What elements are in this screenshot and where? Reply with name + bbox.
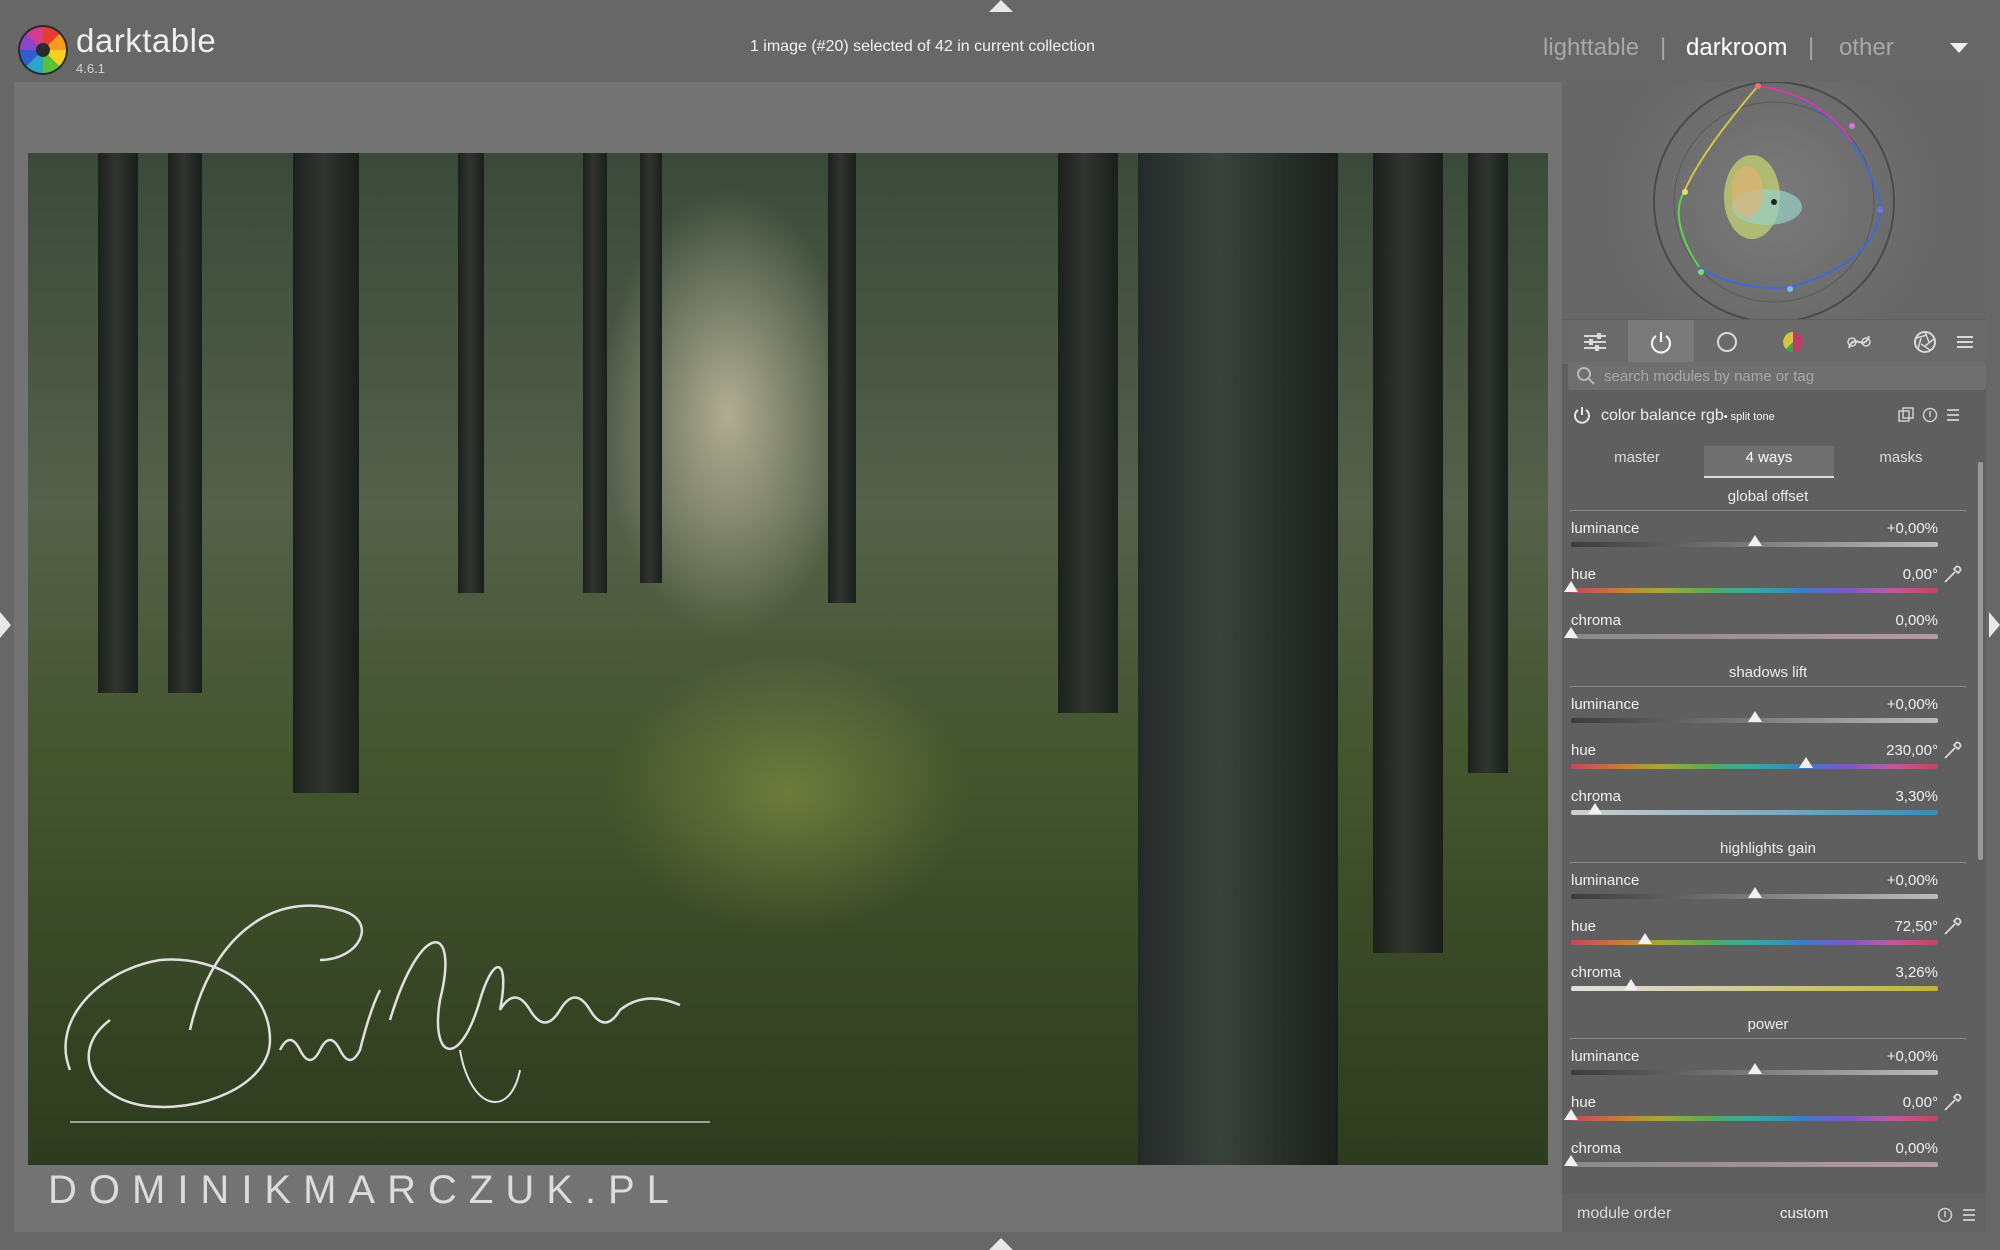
- module-preset: • split tone: [1723, 411, 1775, 423]
- slider-hue[interactable]: [1571, 1116, 1938, 1121]
- vectorscope-icon: [1653, 81, 1895, 323]
- views-dropdown-icon[interactable]: [1950, 43, 1968, 53]
- right-panel-toggle-icon[interactable]: [1989, 612, 2000, 638]
- menu-icon[interactable]: [1944, 320, 1986, 364]
- color-wheel-icon[interactable]: [1760, 320, 1826, 364]
- slider-handle[interactable]: [1637, 933, 1652, 944]
- signature-watermark-icon: [64, 904, 710, 1123]
- darktable-logo-icon: [18, 25, 68, 75]
- slider-value[interactable]: 3,30%: [1780, 788, 1938, 805]
- slider-value[interactable]: +0,00%: [1780, 1048, 1938, 1065]
- module-title: color balance rgb• split tone: [1601, 407, 1775, 425]
- section-divider: [1570, 1038, 1966, 1039]
- slider-handle[interactable]: [1564, 1155, 1578, 1166]
- slider-label-luminance: luminance: [1571, 872, 1640, 889]
- module-group-toolbar: [1562, 320, 1986, 364]
- reset-icon[interactable]: [1922, 407, 1938, 423]
- slider-label-chroma: chroma: [1571, 964, 1622, 981]
- slider-value[interactable]: +0,00%: [1780, 520, 1938, 537]
- section-title: shadows lift: [1728, 664, 1808, 681]
- slider-chroma[interactable]: [1571, 810, 1938, 815]
- color-picker-icon[interactable]: [1942, 915, 1964, 937]
- module-power-icon[interactable]: [1573, 406, 1591, 424]
- view-darkroom[interactable]: darkroom: [1686, 34, 1787, 62]
- section-divider: [1570, 862, 1966, 863]
- panel-scrollbar[interactable]: [1978, 462, 1983, 860]
- slider-handle[interactable]: [1623, 979, 1638, 990]
- bottom-panel-toggle-icon[interactable]: [989, 1238, 1013, 1250]
- curve-icon[interactable]: [1826, 320, 1892, 364]
- section-title: power: [1747, 1016, 1789, 1033]
- slider-handle[interactable]: [1747, 535, 1762, 546]
- slider-handle[interactable]: [1747, 1063, 1762, 1074]
- view-lighttable[interactable]: lighttable: [1543, 34, 1639, 62]
- slider-handle[interactable]: [1588, 803, 1603, 814]
- top-panel-toggle-icon[interactable]: [989, 0, 1013, 12]
- view-other[interactable]: other: [1839, 34, 1894, 62]
- slider-hue[interactable]: [1571, 588, 1938, 593]
- color-picker-icon[interactable]: [1942, 739, 1964, 761]
- slider-handle[interactable]: [1564, 1109, 1578, 1120]
- section-title: highlights gain: [1720, 840, 1816, 857]
- search-icon: [1577, 367, 1595, 385]
- view-separator: |: [1660, 34, 1667, 61]
- section-divider: [1570, 686, 1966, 687]
- slider-handle[interactable]: [1798, 757, 1813, 768]
- slider-handle[interactable]: [1564, 627, 1578, 638]
- slider-label-luminance: luminance: [1571, 696, 1640, 713]
- vectorscope-panel[interactable]: [1562, 81, 1986, 323]
- slider-chroma[interactable]: [1571, 1162, 1938, 1167]
- slider-label-chroma: chroma: [1571, 612, 1622, 629]
- color-picker-icon[interactable]: [1942, 563, 1964, 585]
- tab-master[interactable]: master: [1572, 446, 1702, 476]
- sliders-icon[interactable]: [1562, 320, 1628, 364]
- collection-status: 1 image (#20) selected of 42 in current …: [749, 38, 1096, 55]
- module-order-label: module order: [1577, 1205, 1672, 1222]
- slider-label-luminance: luminance: [1571, 520, 1640, 537]
- slider-handle[interactable]: [1747, 887, 1762, 898]
- presets-menu-icon[interactable]: [1946, 408, 1960, 422]
- slider-label-hue: hue: [1571, 918, 1597, 935]
- slider-label-chroma: chroma: [1571, 1140, 1622, 1157]
- slider-hue[interactable]: [1571, 940, 1938, 945]
- slider-value[interactable]: +0,00%: [1780, 872, 1938, 889]
- slider-chroma[interactable]: [1571, 634, 1938, 639]
- slider-value[interactable]: +0,00%: [1780, 696, 1938, 713]
- module-name: color balance rgb: [1601, 407, 1724, 424]
- circle-icon[interactable]: [1694, 320, 1760, 364]
- power-icon[interactable]: [1628, 320, 1694, 364]
- search-placeholder: search modules by name or tag: [1604, 368, 1815, 385]
- slider-label-hue: hue: [1571, 742, 1597, 759]
- view-separator: |: [1808, 34, 1815, 61]
- section-divider: [1570, 510, 1966, 511]
- slider-handle[interactable]: [1564, 581, 1578, 592]
- module-order-value[interactable]: custom: [1780, 1205, 1828, 1222]
- slider-hue[interactable]: [1571, 764, 1938, 769]
- tab-masks[interactable]: masks: [1836, 446, 1966, 476]
- app-name: darktable: [76, 22, 217, 59]
- slider-handle[interactable]: [1747, 711, 1762, 722]
- slider-value[interactable]: 0,00%: [1780, 1140, 1938, 1157]
- slider-value[interactable]: 0,00°: [1780, 1094, 1938, 1111]
- reset-icon[interactable]: [1937, 1207, 1953, 1223]
- slider-value[interactable]: 0,00°: [1780, 566, 1938, 583]
- app-version: 4.6.1: [76, 61, 105, 76]
- color-picker-icon[interactable]: [1942, 1091, 1964, 1113]
- slider-value[interactable]: 0,00%: [1780, 612, 1938, 629]
- left-panel-toggle-icon[interactable]: [0, 612, 11, 638]
- section-title: global offset: [1727, 488, 1809, 505]
- slider-label-luminance: luminance: [1571, 1048, 1640, 1065]
- slider-value[interactable]: 3,26%: [1780, 964, 1938, 981]
- slider-value[interactable]: 72,50°: [1780, 918, 1938, 935]
- presets-menu-icon[interactable]: [1962, 1208, 1976, 1222]
- website-watermark: DOMINIKMARCZUK.PL: [48, 1168, 681, 1212]
- multi-instance-icon[interactable]: [1898, 407, 1914, 423]
- tab-4-ways[interactable]: 4 ways: [1704, 446, 1834, 478]
